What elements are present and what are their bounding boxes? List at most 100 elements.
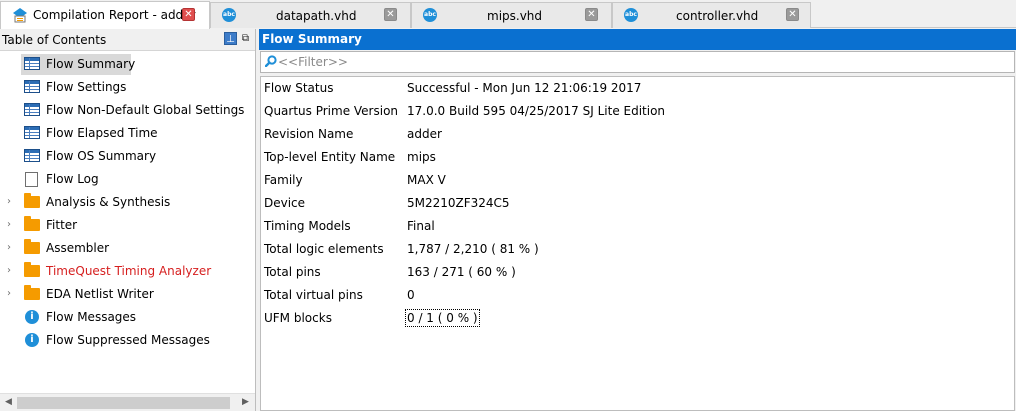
folder-icon xyxy=(24,193,40,208)
toc-item-eda-netlist-writer[interactable]: › EDA Netlist Writer xyxy=(0,283,256,306)
panel-title: Table of Contents xyxy=(2,33,107,47)
table-icon xyxy=(24,103,40,116)
info-icon: i xyxy=(25,310,39,324)
document-icon xyxy=(25,172,38,187)
horizontal-scrollbar[interactable]: ◀ ▶ xyxy=(0,393,255,411)
pin-icon[interactable]: ⊥ xyxy=(224,32,237,45)
float-window-icon[interactable]: ⧉ xyxy=(239,32,252,45)
toc-item-label: Flow Messages xyxy=(46,310,137,324)
tab-mips-vhd[interactable]: abc mips.vhd ✕ xyxy=(411,2,612,28)
tab-controller-vhd[interactable]: abc controller.vhd ✕ xyxy=(612,2,811,28)
toc-item-flow-os-summary[interactable]: Flow OS Summary xyxy=(0,145,256,168)
table-of-contents-panel: Table of Contents ⊥ ⧉ Flow Summary Flow … xyxy=(0,29,256,411)
abc-file-icon: abc xyxy=(624,8,638,22)
table-row[interactable]: Family MAX V xyxy=(261,169,1016,192)
compile-report-icon xyxy=(12,7,28,26)
expand-arrow-icon[interactable]: › xyxy=(7,219,11,230)
toc-item-flow-suppressed-messages[interactable]: i Flow Suppressed Messages xyxy=(0,329,256,352)
close-icon[interactable]: ✕ xyxy=(384,8,397,21)
table-row[interactable]: Timing Models Final xyxy=(261,215,1016,238)
toc-item-flow-log[interactable]: Flow Log xyxy=(0,168,256,191)
expand-arrow-icon[interactable]: › xyxy=(7,242,11,253)
folder-icon xyxy=(24,285,40,300)
table-row[interactable]: Flow Status Successful - Mon Jun 12 21:0… xyxy=(261,77,1016,100)
report-title: Flow Summary xyxy=(259,29,1016,50)
toc-item-flow-messages[interactable]: i Flow Messages xyxy=(0,306,256,329)
close-icon[interactable]: ✕ xyxy=(585,8,598,21)
expand-arrow-icon[interactable]: › xyxy=(7,288,11,299)
row-key: Quartus Prime Version xyxy=(264,104,399,118)
toc-item-label: Flow Non-Default Global Settings xyxy=(46,103,245,117)
toc-item-flow-elapsed-time[interactable]: Flow Elapsed Time xyxy=(0,122,256,145)
folder-icon xyxy=(24,239,40,254)
table-icon xyxy=(24,57,40,70)
table-row[interactable]: Device 5M2210ZF324C5 xyxy=(261,192,1016,215)
scroll-right-arrow-icon[interactable]: ▶ xyxy=(242,397,249,407)
document-tab-bar: Compilation Report - adder ✕ abc datapat… xyxy=(0,0,1016,29)
tab-label: controller.vhd xyxy=(676,9,759,23)
toc-item-assembler[interactable]: › Assembler xyxy=(0,237,256,260)
search-icon xyxy=(264,55,277,70)
scrollbar-thumb[interactable] xyxy=(17,397,230,409)
table-icon xyxy=(24,149,40,162)
folder-icon xyxy=(24,262,40,277)
abc-file-icon: abc xyxy=(222,8,236,22)
row-value: mips xyxy=(407,150,436,164)
toc-item-flow-summary[interactable]: Flow Summary xyxy=(0,53,256,76)
toc-item-label: Assembler xyxy=(46,241,110,255)
row-key: Revision Name xyxy=(264,127,354,141)
table-icon xyxy=(24,126,40,139)
row-key: Total logic elements xyxy=(264,242,384,256)
toc-item-label: Flow Log xyxy=(46,172,99,186)
flow-summary-panel: Flow Summary Flow Status Successful - Mo… xyxy=(259,29,1016,411)
toc-item-label: Flow Suppressed Messages xyxy=(46,333,210,347)
row-key: Flow Status xyxy=(264,81,334,95)
table-row[interactable]: Total pins 163 / 271 ( 60 % ) xyxy=(261,261,1016,284)
info-icon: i xyxy=(25,333,39,347)
folder-icon xyxy=(24,216,40,231)
toc-item-flow-non-default-global-settings[interactable]: Flow Non-Default Global Settings xyxy=(0,99,256,122)
table-row[interactable]: Top-level Entity Name mips xyxy=(261,146,1016,169)
toc-item-analysis-synthesis[interactable]: › Analysis & Synthesis xyxy=(0,191,256,214)
table-row[interactable]: Revision Name adder xyxy=(261,123,1016,146)
row-value: Successful - Mon Jun 12 21:06:19 2017 xyxy=(407,81,642,95)
row-value[interactable]: 0 / 1 ( 0 % ) xyxy=(405,309,480,327)
table-row[interactable]: Total virtual pins 0 xyxy=(261,284,1016,307)
toc-item-label: EDA Netlist Writer xyxy=(46,287,154,301)
filter-bar xyxy=(260,51,1015,73)
close-icon[interactable]: ✕ xyxy=(786,8,799,21)
row-key: UFM blocks xyxy=(264,311,332,325)
row-value: 163 / 271 ( 60 % ) xyxy=(407,265,516,279)
row-value: adder xyxy=(407,127,442,141)
abc-file-icon: abc xyxy=(423,8,437,22)
toc-item-label: Flow Elapsed Time xyxy=(46,126,158,140)
scroll-left-arrow-icon[interactable]: ◀ xyxy=(5,397,12,407)
toc-item-flow-settings[interactable]: Flow Settings xyxy=(0,76,256,99)
tab-label: mips.vhd xyxy=(487,9,543,23)
row-key: Device xyxy=(264,196,306,210)
row-key: Total virtual pins xyxy=(264,288,363,302)
tab-datapath-vhd[interactable]: abc datapath.vhd ✕ xyxy=(210,2,411,28)
toc-item-timequest-timing-analyzer[interactable]: › TimeQuest Timing Analyzer xyxy=(0,260,256,283)
table-row[interactable]: Quartus Prime Version 17.0.0 Build 595 0… xyxy=(261,100,1016,123)
panel-header: Table of Contents ⊥ ⧉ xyxy=(0,29,255,51)
toc-item-fitter[interactable]: › Fitter xyxy=(0,214,256,237)
toc-item-label: Flow Settings xyxy=(46,80,127,94)
expand-arrow-icon[interactable]: › xyxy=(7,196,11,207)
toc-item-label: TimeQuest Timing Analyzer xyxy=(46,264,212,278)
row-key: Top-level Entity Name xyxy=(264,150,396,164)
table-row[interactable]: Total logic elements 1,787 / 2,210 ( 81 … xyxy=(261,238,1016,261)
table-icon xyxy=(24,80,40,93)
toc-item-label: Fitter xyxy=(46,218,78,232)
close-icon[interactable]: ✕ xyxy=(182,8,195,21)
tab-compilation-report[interactable]: Compilation Report - adder ✕ xyxy=(0,1,210,29)
table-row[interactable]: UFM blocks 0 / 1 ( 0 % ) xyxy=(261,307,1016,330)
row-key: Timing Models xyxy=(264,219,351,233)
expand-arrow-icon[interactable]: › xyxy=(7,265,11,276)
row-key: Total pins xyxy=(264,265,321,279)
toc-item-label: Flow OS Summary xyxy=(46,149,157,163)
tab-label: Compilation Report - adder xyxy=(33,8,196,22)
row-key: Family xyxy=(264,173,303,187)
toc-item-label: Flow Summary xyxy=(46,57,136,71)
filter-input[interactable] xyxy=(278,54,578,70)
